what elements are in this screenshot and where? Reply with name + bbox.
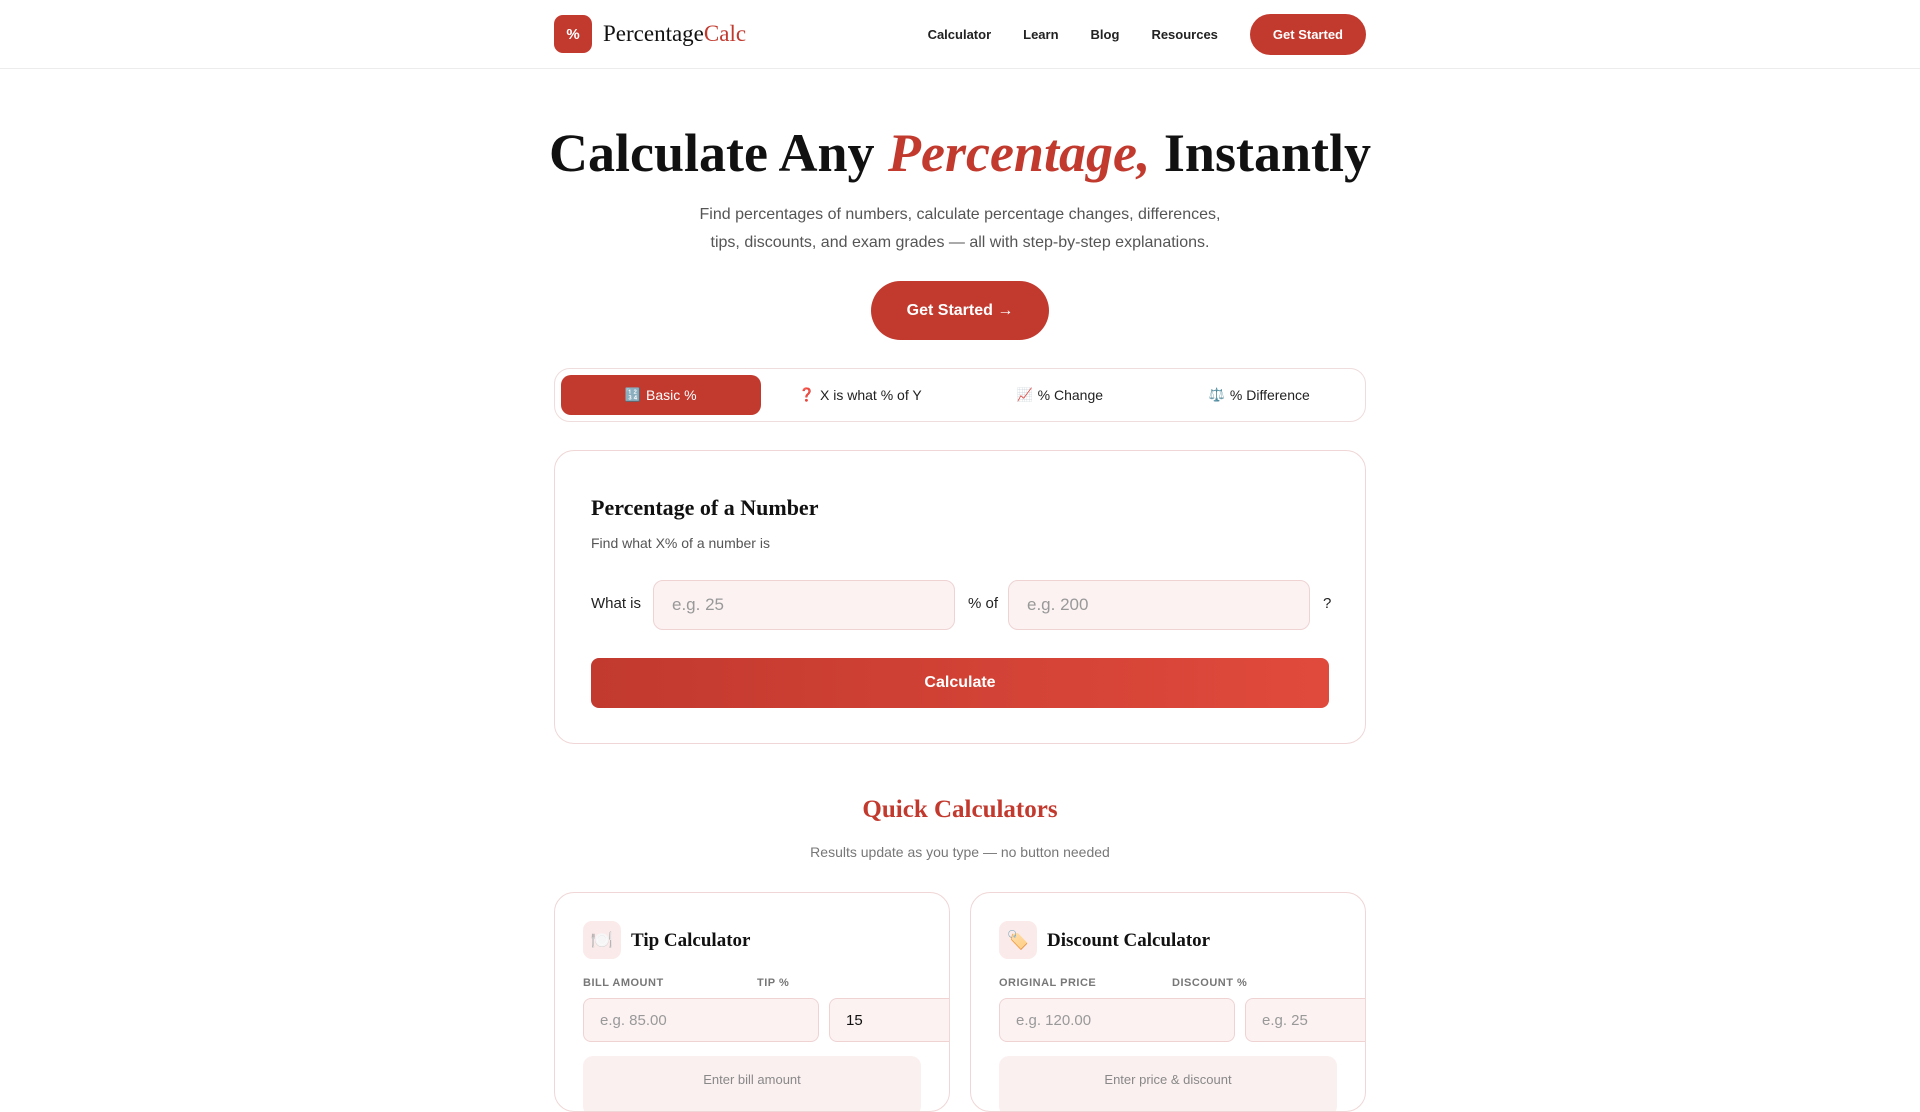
hero-title-before: Calculate Any	[549, 123, 889, 183]
tab-label: % Difference	[1229, 387, 1310, 403]
chart-increasing-icon: 📈	[1016, 387, 1033, 402]
percent-input[interactable]: e.g. 25	[653, 580, 955, 630]
discount-result: Enter price & discount	[999, 1056, 1337, 1111]
tip-percent-input[interactable]: 15	[829, 998, 949, 1042]
quick-calculators-subtitle: Results update as you type — no button n…	[810, 844, 1110, 860]
question-mark-icon: ❓	[798, 387, 815, 402]
hero-get-started-button[interactable]: Get Started →	[871, 281, 1049, 340]
quick-calculators-title: Quick Calculators	[862, 796, 1058, 823]
tip-result: Enter bill amount	[583, 1056, 921, 1111]
tab-label: X is what % of Y	[820, 387, 922, 403]
tab-basic-percent[interactable]: 🔢 Basic %	[561, 375, 761, 415]
what-is-label: What is	[591, 595, 642, 612]
tab-x-is-what-percent-of-y[interactable]: ❓ X is what % of Y	[761, 375, 961, 415]
discount-percent-input[interactable]: e.g. 25	[1245, 998, 1365, 1042]
number-input[interactable]: e.g. 200	[1008, 580, 1310, 630]
original-price-input[interactable]: e.g. 120.00	[999, 998, 1235, 1042]
top-navbar: % PercentageCalc Calculator Learn Blog R…	[0, 0, 1920, 69]
calculator-description: Find what X% of a number is	[591, 535, 770, 551]
hero-title-emphasis: Percentage,	[888, 123, 1151, 183]
basic-percent-calculator-card: Percentage of a Number Find what X% of a…	[554, 450, 1366, 744]
bill-amount-label: BILL AMOUNT	[583, 977, 664, 989]
discount-percent-label: DISCOUNT %	[1172, 977, 1248, 989]
discount-calculator-title: Discount Calculator	[1047, 930, 1211, 951]
nav-link-calculator[interactable]: Calculator	[928, 27, 992, 42]
hero-title-after: Instantly	[1150, 123, 1371, 183]
balance-scale-icon: ⚖️	[1208, 387, 1225, 402]
nav-links: Calculator Learn Blog Resources Get Star…	[928, 14, 1366, 55]
calculator-tabs: 🔢 Basic % ❓ X is what % of Y 📈 % Change ⚖️%…	[554, 368, 1366, 422]
tip-percent-label: TIP %	[757, 977, 790, 989]
nav-link-blog[interactable]: Blog	[1091, 27, 1120, 42]
tip-calculator-card: 🍽️ Tip Calculator BILL AMOUNT TIP % e.g.…	[554, 892, 950, 1112]
logo[interactable]: % PercentageCalc	[554, 15, 746, 53]
calculator-title: Percentage of a Number	[591, 495, 819, 520]
tab-label: Basic %	[646, 387, 697, 403]
calculate-button[interactable]: Calculate	[591, 658, 1329, 708]
nav-link-resources[interactable]: Resources	[1151, 27, 1217, 42]
logo-text: PercentageCalc	[603, 21, 746, 47]
hero-subtitle-line1: Find percentages of numbers, calculate p…	[699, 206, 1221, 223]
hero-subtitle: Find percentages of numbers, calculate p…	[660, 201, 1260, 257]
hero-title: Calculate Any Percentage, Instantly	[0, 122, 1920, 184]
price-tag-icon: 🏷️	[999, 921, 1037, 959]
question-label: ?	[1323, 595, 1332, 612]
tab-label: % Change	[1037, 387, 1104, 403]
hero-subtitle-line2: tips, discounts, and exam grades — all w…	[710, 234, 1210, 251]
original-price-label: ORIGINAL PRICE	[999, 977, 1097, 989]
logo-percent-icon: %	[554, 15, 592, 53]
logo-text-accent: Calc	[703, 21, 747, 46]
logo-text-main: Percentage	[603, 21, 704, 46]
nav-get-started-button[interactable]: Get Started	[1249, 14, 1366, 55]
discount-calculator-card: 🏷️ Discount Calculator ORIGINAL PRICE DI…	[970, 892, 1366, 1112]
bill-amount-input[interactable]: e.g. 85.00	[583, 998, 819, 1042]
tab-percent-change[interactable]: 📈 % Change	[960, 375, 1160, 415]
nav-link-learn[interactable]: Learn	[1023, 27, 1058, 42]
tab-percent-difference[interactable]: ⚖️ % Difference	[1160, 375, 1360, 415]
plate-cutlery-icon: 🍽️	[583, 921, 621, 959]
percent-of-label: % of	[968, 595, 999, 612]
tip-calculator-title: Tip Calculator	[631, 930, 751, 951]
numbers-icon: 🔢	[624, 387, 642, 402]
